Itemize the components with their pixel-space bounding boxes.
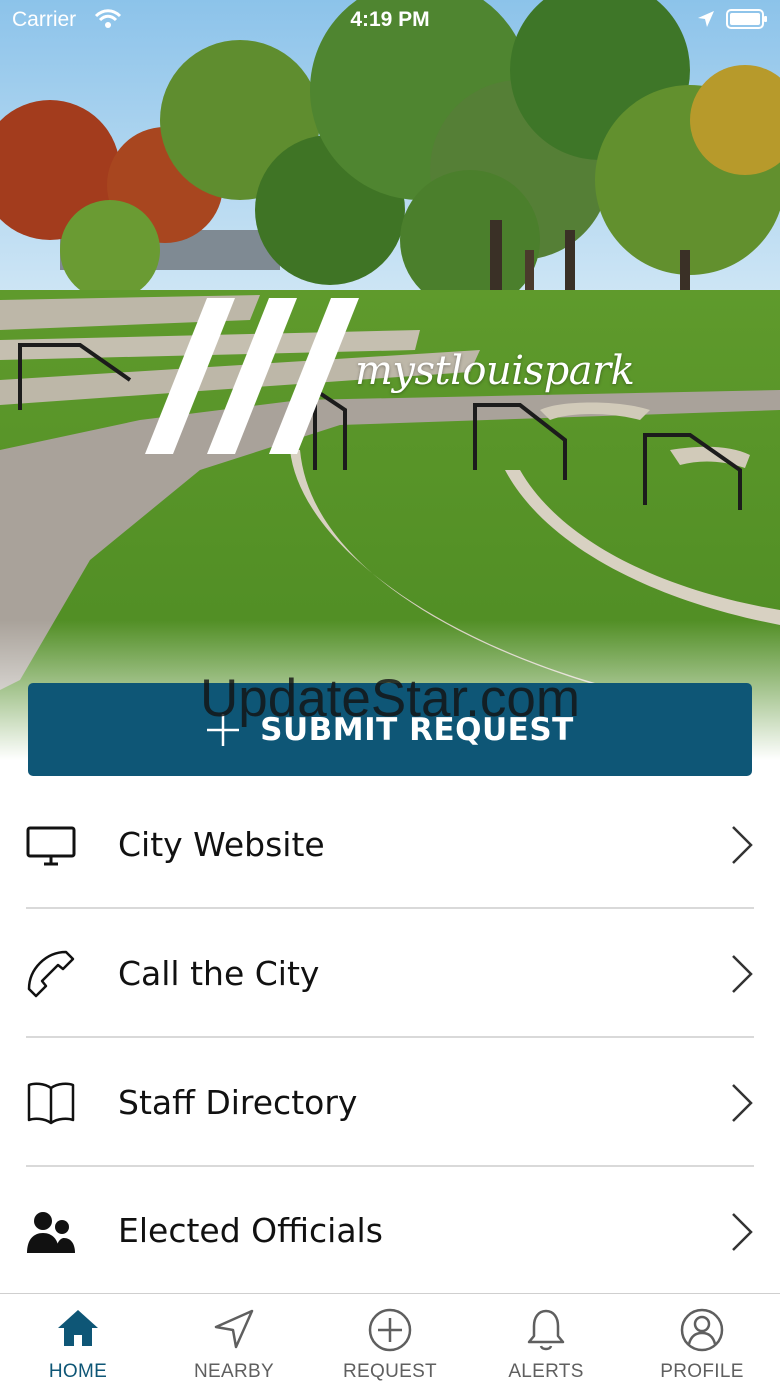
home-icon xyxy=(58,1310,98,1346)
menu-item-city-website[interactable]: City Website xyxy=(0,780,780,909)
tab-home[interactable]: HOME xyxy=(0,1294,156,1387)
tab-profile[interactable]: PROFILE xyxy=(624,1294,780,1387)
user-circle-icon xyxy=(680,1308,724,1352)
plus-icon xyxy=(207,713,240,746)
submit-request-label: SUBMIT REQUEST xyxy=(260,711,574,748)
people-icon xyxy=(27,1212,75,1253)
menu-item-elected-officials[interactable]: Elected Officials xyxy=(0,1167,780,1295)
phone-icon xyxy=(27,950,75,998)
status-bar: Carrier 4:19 PM xyxy=(0,0,780,40)
city-logo-icon xyxy=(145,298,359,454)
menu-item-label: Staff Directory xyxy=(118,1083,358,1122)
tab-alerts[interactable]: ALERTS xyxy=(468,1294,624,1387)
submit-request-button[interactable]: SUBMIT REQUEST xyxy=(28,683,752,776)
menu-list: City Website Call the City Staff Directo… xyxy=(0,780,780,1295)
book-icon xyxy=(27,1082,75,1125)
navigation-arrow-icon xyxy=(214,1309,254,1349)
logo-wordmark: mystlouispark xyxy=(355,348,635,394)
tab-label: NEARBY xyxy=(194,1361,274,1382)
chevron-right-icon xyxy=(732,955,753,993)
tab-label: ALERTS xyxy=(508,1361,584,1382)
status-time: 4:19 PM xyxy=(350,8,430,31)
menu-item-call-the-city[interactable]: Call the City xyxy=(0,909,780,1038)
tab-label: REQUEST xyxy=(343,1361,437,1382)
plus-circle-icon xyxy=(368,1308,412,1352)
monitor-icon xyxy=(26,826,76,866)
tab-label: HOME xyxy=(48,1361,108,1382)
chevron-right-icon xyxy=(732,826,753,864)
bell-icon xyxy=(527,1309,565,1351)
menu-item-label: Call the City xyxy=(118,954,320,993)
location-arrow-icon xyxy=(698,11,714,27)
chevron-right-icon xyxy=(732,1213,753,1251)
tab-bar: HOME NEARBY REQUEST ALERTS PROFILE xyxy=(0,1293,780,1387)
menu-item-label: City Website xyxy=(118,825,325,864)
menu-item-staff-directory[interactable]: Staff Directory xyxy=(0,1038,780,1167)
tab-label: PROFILE xyxy=(660,1361,744,1382)
battery-icon xyxy=(726,9,767,29)
tab-request[interactable]: REQUEST xyxy=(312,1294,468,1387)
menu-item-label: Elected Officials xyxy=(118,1211,383,1250)
tab-nearby[interactable]: NEARBY xyxy=(156,1294,312,1387)
chevron-right-icon xyxy=(732,1084,753,1122)
